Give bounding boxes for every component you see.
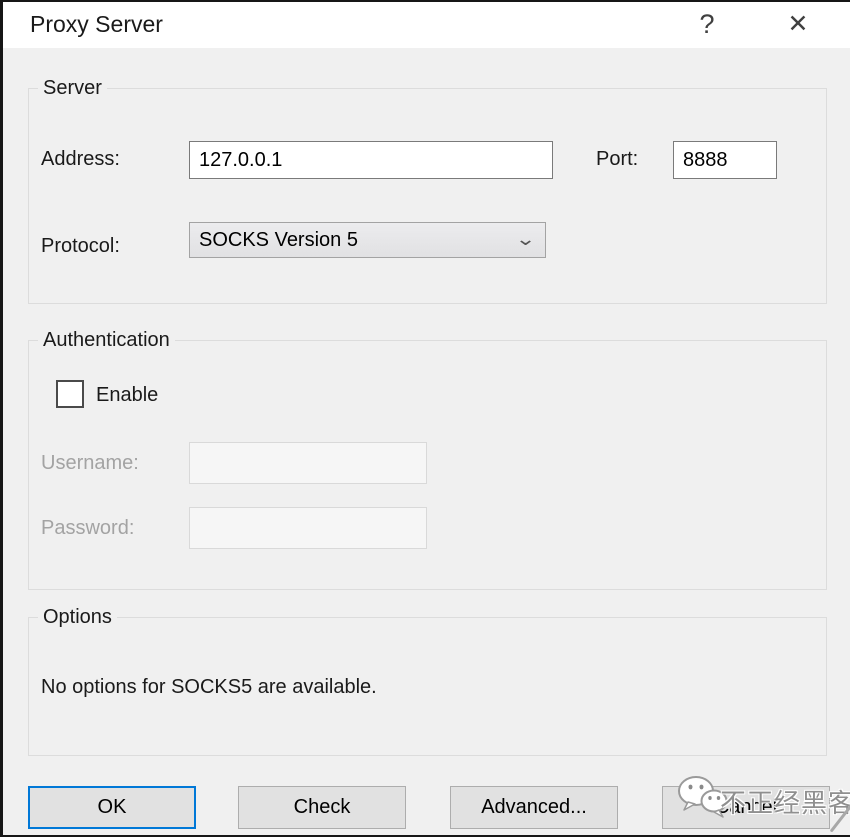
options-message: No options for SOCKS5 are available. bbox=[41, 676, 377, 699]
close-icon[interactable]: ✕ bbox=[775, 0, 821, 48]
protocol-selected-value: SOCKS Version 5 bbox=[199, 229, 358, 252]
options-group: Options No options for SOCKS5 are availa… bbox=[28, 617, 827, 756]
address-input[interactable] bbox=[189, 141, 553, 179]
help-icon[interactable]: ? bbox=[684, 0, 730, 48]
cancel-button[interactable]: Cancel bbox=[662, 786, 830, 829]
port-label: Port: bbox=[596, 147, 638, 171]
authentication-group-legend: Authentication bbox=[38, 328, 175, 352]
port-input[interactable] bbox=[673, 141, 777, 179]
ok-button[interactable]: OK bbox=[28, 786, 196, 829]
enable-label: Enable bbox=[96, 383, 158, 407]
username-input bbox=[189, 442, 427, 484]
dialog-title: Proxy Server bbox=[30, 0, 163, 48]
options-group-legend: Options bbox=[38, 605, 117, 629]
window-border-left bbox=[0, 0, 3, 837]
server-group: Server Address: Port: Protocol: SOCKS Ve… bbox=[28, 88, 827, 304]
enable-checkbox[interactable] bbox=[56, 380, 84, 408]
chevron-down-icon: ⌄ bbox=[515, 229, 536, 250]
address-label: Address: bbox=[41, 147, 120, 171]
server-group-legend: Server bbox=[38, 76, 107, 100]
protocol-label: Protocol: bbox=[41, 234, 120, 258]
check-button[interactable]: Check bbox=[238, 786, 406, 829]
username-label: Username: bbox=[41, 451, 139, 475]
proxy-server-dialog: Proxy Server ? ✕ Server Address: Port: P… bbox=[0, 0, 850, 837]
password-input bbox=[189, 507, 427, 549]
advanced-button[interactable]: Advanced... bbox=[450, 786, 618, 829]
password-label: Password: bbox=[41, 516, 134, 540]
protocol-dropdown[interactable]: SOCKS Version 5 ⌄ bbox=[189, 222, 546, 258]
watermark-slash bbox=[830, 794, 850, 832]
window-border-top bbox=[0, 0, 850, 2]
titlebar: Proxy Server ? ✕ bbox=[0, 0, 850, 48]
authentication-group: Authentication Enable Username: Password… bbox=[28, 340, 827, 590]
